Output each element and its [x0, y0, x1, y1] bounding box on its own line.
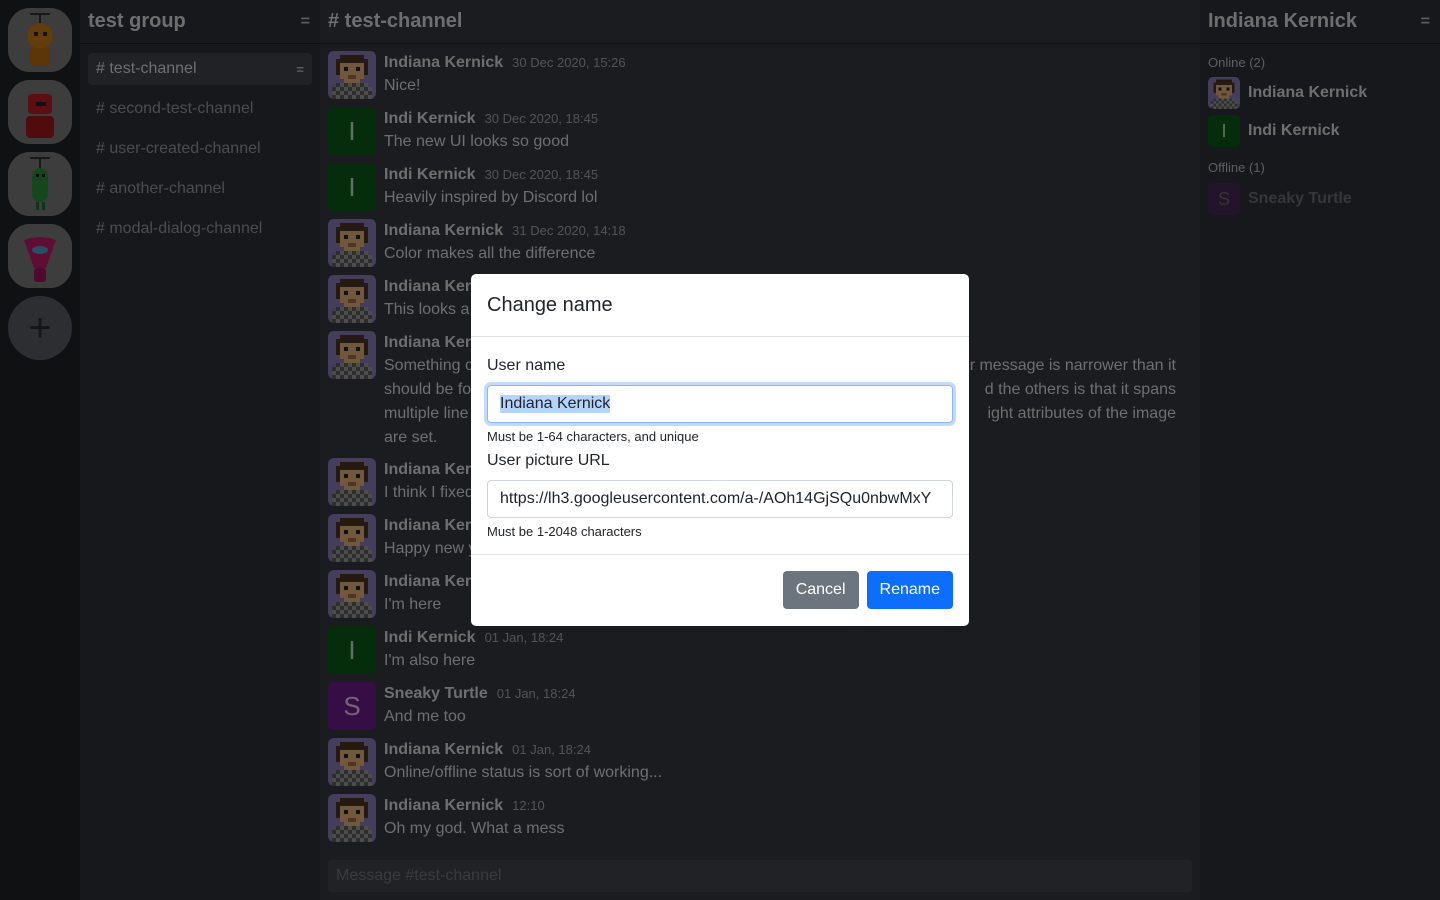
username-label: User name — [487, 357, 566, 374]
picture-url-value: https://lh3.googleusercontent.com/a-/AOh… — [500, 490, 932, 507]
modal-footer: Cancel Rename — [471, 555, 969, 625]
cancel-button[interactable]: Cancel — [782, 571, 859, 609]
username-value: Indiana Kernick — [500, 395, 611, 413]
username-input[interactable]: Indiana Kernick — [487, 385, 953, 423]
modal-title: Change name — [487, 293, 613, 316]
modal-header: Change name — [471, 274, 969, 337]
modal-body: User name Indiana Kernick Must be 1-64 c… — [471, 337, 969, 555]
picture-url-label: User picture URL — [487, 452, 610, 469]
rename-button[interactable]: Rename — [866, 571, 953, 609]
username-help: Must be 1-64 characters, and unique — [487, 429, 699, 444]
change-name-modal: Change name User name Indiana Kernick Mu… — [471, 274, 969, 626]
picture-url-input[interactable]: https://lh3.googleusercontent.com/a-/AOh… — [487, 480, 953, 518]
picture-url-help: Must be 1-2048 characters — [487, 524, 642, 539]
